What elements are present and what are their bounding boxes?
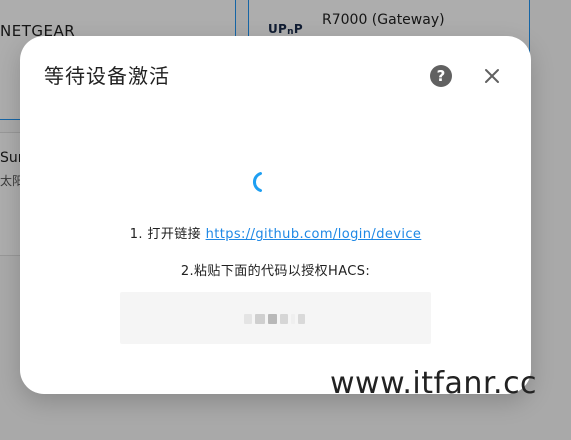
step-1-text: 1. 打开链接 https://github.com/login/device — [20, 223, 531, 242]
device-code-obscured — [244, 314, 306, 324]
step-1-prefix: 1. 打开链接 — [129, 227, 202, 242]
device-activation-dialog: 等待设备激活 ? 1. 打开链接 https://github.com/logi… — [20, 36, 531, 394]
dialog-title: 等待设备激活 — [44, 64, 170, 88]
help-icon[interactable]: ? — [430, 65, 452, 87]
loading-spinner-icon — [246, 164, 282, 200]
device-code-box[interactable] — [120, 292, 431, 344]
close-icon[interactable] — [480, 64, 504, 88]
github-device-link[interactable]: https://github.com/login/device — [206, 227, 422, 242]
step-2-text: 2.粘贴下面的代码以授权HACS: — [180, 264, 371, 279]
watermark-text: www.itfanr.cc — [330, 366, 538, 401]
screen: NETGEAR UPnP R7000 (Gateway) Sur 太阳 等待设备… — [0, 0, 571, 440]
